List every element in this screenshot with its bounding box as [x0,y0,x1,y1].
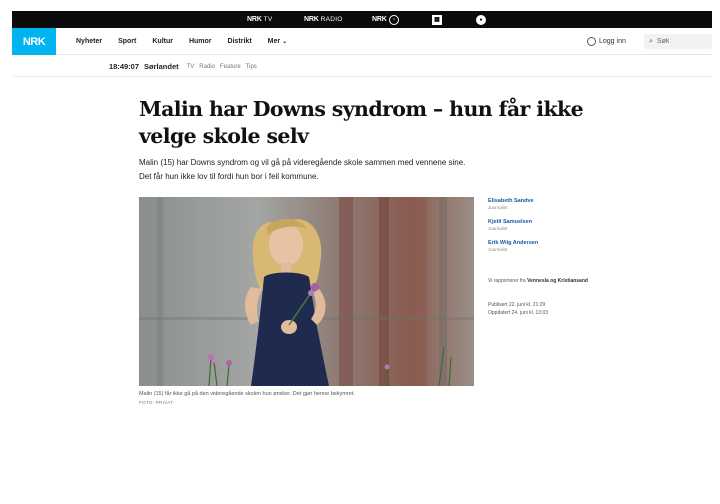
service-sub: TV [263,16,273,23]
nav-item-humor[interactable]: Humor [189,38,212,45]
nav-item-distrikt[interactable]: Distrikt [228,38,252,45]
clock-time: 18:49:07 [109,62,140,71]
nrk-logo[interactable]: NRK [12,28,56,55]
service-link-nrk-tv[interactable]: NRK TV [247,14,272,25]
author-name[interactable]: Kjetil Samuelsen [488,219,608,225]
service-link-nrk-radio[interactable]: NRK RADIO [304,14,343,25]
photo-caption: Malin (15) får ikke gå på den videregåen… [139,391,355,397]
search-box[interactable]: ⌕ [644,34,712,49]
district-link-radio[interactable]: Radio [199,64,215,70]
user-icon [587,37,596,46]
district-link-tv[interactable]: TV [187,64,195,70]
service-brand: NRK [372,16,387,23]
service-brand: NRK [247,16,262,23]
search-input[interactable] [656,38,702,45]
publish-info: Publisert 22. juni kl. 21:29 Oppdatert 2… [488,302,588,317]
photo-credit: FOTO: PRIVAT [139,400,174,405]
login-label: Logg inn [599,38,626,45]
super-icon: ◔ [388,14,399,25]
published-time: Publisert 22. juni kl. 21:29 [488,302,546,308]
yr-icon: ▦ [432,14,442,25]
report-prefix: Vi rapporterer fra [488,278,526,284]
byline: Elisabeth Sandve Journalist [488,198,608,210]
divider [12,76,712,77]
service-link-p3[interactable]: ● [476,14,486,25]
updated-time: Oppdatert 24. juni kl. 13:03 [488,309,549,316]
district-link-feature[interactable]: Feature [220,64,241,70]
chevron-down-icon: ⌄ [282,39,288,45]
nrk-service-bar: NRK TV NRK RADIO NRK ◔ ▦ ● [12,11,712,28]
region-title[interactable]: Sørlandet [144,62,179,71]
main-nav: Nyheter Sport Kultur Humor Distrikt Mer ⌄ [76,28,303,55]
article-headline: Malin har Downs syndrom – hun får ikke v… [139,97,584,148]
main-header: NRK Nyheter Sport Kultur Humor Distrikt … [12,28,712,55]
p3-icon: ● [476,14,486,25]
nav-item-nyheter[interactable]: Nyheter [76,38,102,45]
author-role: Journalist [488,226,508,231]
photo-illustration [139,197,474,386]
author-name[interactable]: Elisabeth Sandve [488,198,608,204]
nav-item-kultur[interactable]: Kultur [152,38,173,45]
service-link-yr[interactable]: ▦ [432,14,442,25]
byline: Kjetil Samuelsen Journalist [488,219,608,231]
author-role: Journalist [488,205,508,210]
report-place: Vennesla og Kristiansand [527,278,588,284]
report-location: Vi rapporterer fra Vennesla og Kristians… [488,278,588,286]
service-brand: NRK [304,16,319,23]
district-bar: 18:49:07 Sørlandet TV Radio Feature Tips [109,61,257,72]
article-lead: Malin (15) har Downs syndrom og vil gå p… [139,158,466,181]
search-icon: ⌕ [649,37,653,45]
author-name[interactable]: Erik Wiig Andersen [488,240,608,246]
byline: Erik Wiig Andersen Journalist [488,240,608,252]
login-button[interactable]: Logg inn [587,37,626,46]
service-sub: RADIO [320,16,343,23]
service-link-nrk-super[interactable]: NRK ◔ [372,14,399,25]
article-photo[interactable] [139,197,474,386]
author-role: Journalist [488,247,508,252]
district-link-tips[interactable]: Tips [246,64,257,70]
nav-item-mer[interactable]: Mer ⌄ [268,38,287,45]
nav-item-mer-label: Mer [267,38,281,45]
nav-item-sport[interactable]: Sport [118,38,136,45]
